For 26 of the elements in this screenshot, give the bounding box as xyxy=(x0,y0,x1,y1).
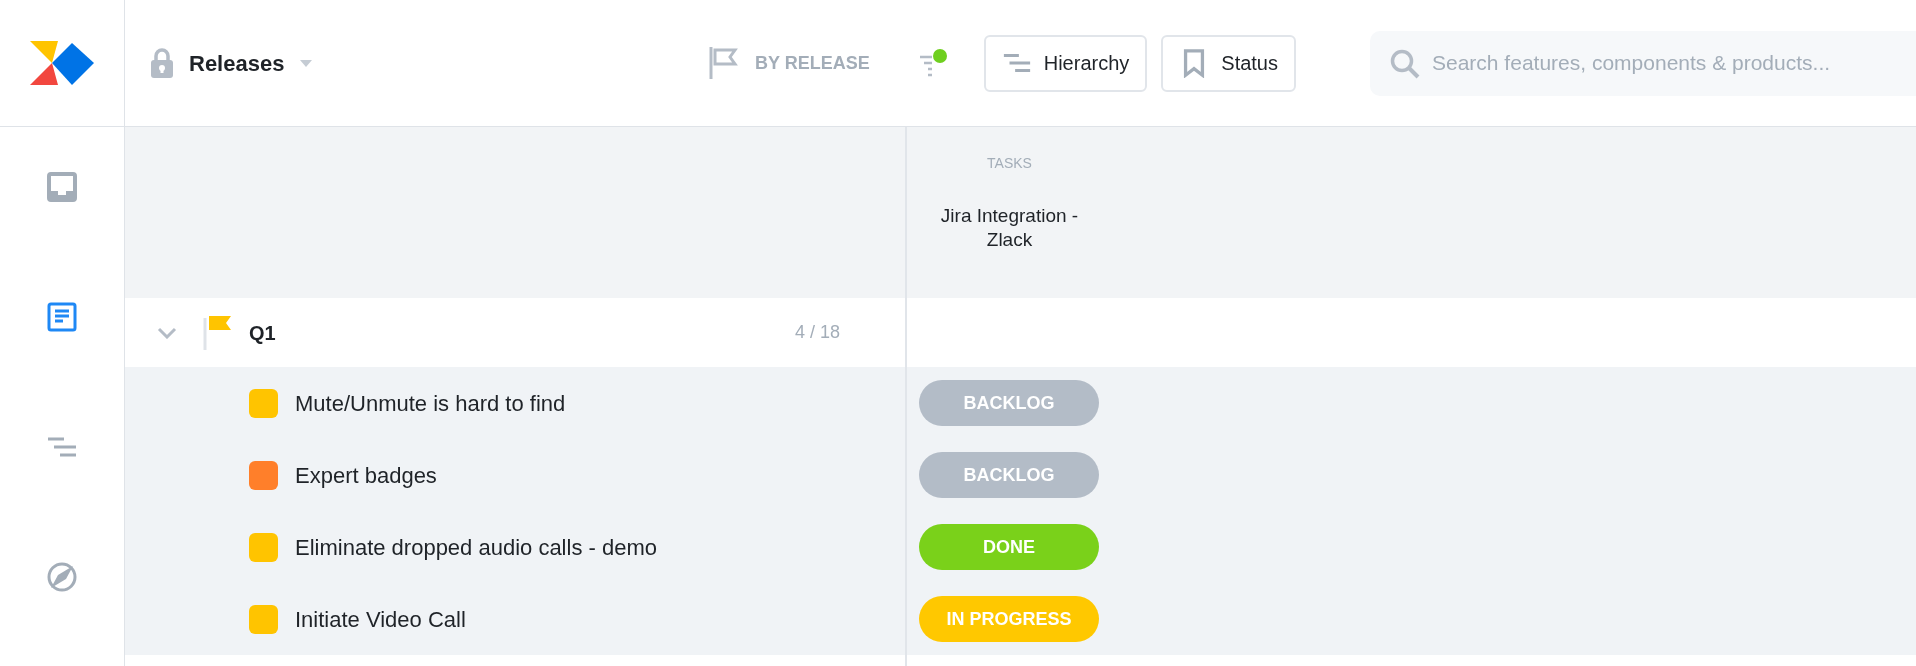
task-status-badge: IN PROGRESS xyxy=(919,596,1099,642)
search-field[interactable]: Search features, components & products... xyxy=(1370,30,1916,96)
feature-name[interactable]: Mute/Unmute is hard to find xyxy=(295,386,566,420)
flag-icon xyxy=(709,47,739,79)
chevron-icon[interactable] xyxy=(157,326,177,339)
flag-icon xyxy=(203,315,233,350)
column-type-label: TASKS xyxy=(987,154,1032,173)
dropdown-caret-icon[interactable] xyxy=(300,59,313,67)
inbox-icon xyxy=(46,171,78,203)
release-name: Q1 xyxy=(249,320,276,346)
task-status-badge: BACKLOG xyxy=(919,452,1099,498)
status-button[interactable]: Status xyxy=(1161,34,1296,92)
filter-icon[interactable] xyxy=(917,48,948,78)
task-status-badge: DONE xyxy=(919,524,1099,570)
page-title: Releases xyxy=(189,49,285,78)
hierarchy-button[interactable]: Hierarchy xyxy=(983,34,1148,92)
column-title: Jira Integration - Zlack xyxy=(939,204,1080,252)
lock-icon xyxy=(151,48,173,78)
release-count: 4 / 18 xyxy=(794,321,840,344)
feature-name[interactable]: Eliminate dropped audio calls - demo xyxy=(295,530,657,564)
compass-icon xyxy=(46,561,78,593)
feature-name[interactable]: Initiate Video Call xyxy=(295,602,466,636)
feature-name[interactable]: Expert badges xyxy=(295,458,437,492)
logo-icon[interactable] xyxy=(30,41,94,85)
document-icon xyxy=(46,301,78,333)
task-status-badge: BACKLOG xyxy=(919,380,1099,426)
